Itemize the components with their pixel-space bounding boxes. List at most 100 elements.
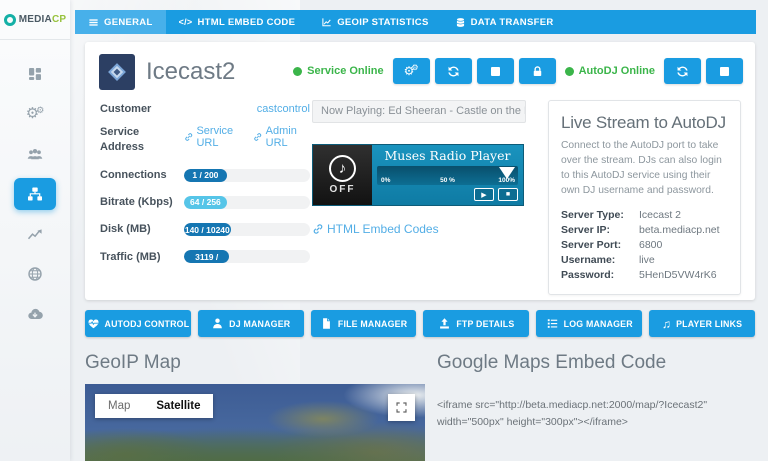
trend-icon [27, 226, 43, 242]
disk-row: Disk (MB) 140 / 10240 [100, 222, 310, 236]
volume-handle-icon[interactable] [499, 167, 515, 179]
server-ip-row: Server IP:beta.mediacp.net [561, 224, 728, 236]
sidebar-item-downloads[interactable] [14, 298, 56, 330]
volume-tick: 0% [381, 177, 390, 184]
brand-text: MEDIACP [19, 14, 67, 25]
sidebar-item-dashboard[interactable] [14, 58, 56, 90]
now-playing-field[interactable]: Now Playing: Ed Sheeran - Castle on the … [312, 100, 526, 123]
gears-icon: ⚙⚙ [26, 105, 45, 123]
bitrate-row: Bitrate (Kbps) 64 / 256 [100, 195, 310, 209]
service-stop-button[interactable] [477, 58, 514, 84]
player-body: Muses Radio Player 0% 50 % 100% ▶ ■ [372, 145, 523, 205]
music-note-icon: ♫ [662, 318, 671, 330]
gmaps-embed-code: <iframe src="http://beta.mediacp.net:200… [437, 397, 755, 432]
traffic-progressbar: 3119 / [184, 250, 310, 263]
icecast-service-icon [99, 54, 135, 90]
html-embed-codes-link[interactable]: HTML Embed Codes [312, 222, 439, 236]
sidebar-item-services[interactable] [14, 178, 56, 210]
action-buttons: AUTODJ CONTROL DJ MANAGER FILE MANAGER F… [85, 310, 755, 337]
service-url-link[interactable]: Service URL [184, 125, 245, 149]
geoip-map[interactable]: Map Satellite [85, 384, 425, 461]
customer-label: Customer [100, 102, 184, 116]
tab-data-transfer[interactable]: DATA TRANSFER [442, 10, 567, 34]
sidebar-item-network[interactable] [14, 258, 56, 290]
service-restart-button[interactable] [435, 58, 472, 84]
chart-icon [321, 17, 332, 28]
stop-icon [491, 67, 500, 76]
disk-label: Disk (MB) [100, 222, 184, 236]
globe-icon [27, 266, 43, 282]
server-port-row: Server Port:6800 [561, 239, 728, 251]
brand-logo[interactable]: MEDIACP [0, 0, 70, 40]
password-value: 5HenD5VW4rK6 [639, 269, 717, 281]
volume-slider[interactable]: 0% 50 % 100% [377, 166, 518, 185]
fullscreen-icon [395, 401, 408, 414]
service-tabs: GENERAL </>HTML EMBED CODE GEOIP STATIST… [75, 10, 756, 34]
service-config-button[interactable]: ⚙⚙ [393, 58, 430, 84]
ftp-details-button[interactable]: FTP DETAILS [423, 310, 529, 337]
status-dot-icon [293, 67, 302, 76]
autodj-panel-title: Live Stream to AutoDJ [561, 113, 728, 133]
sitemap-icon [27, 186, 43, 202]
progress-fill: 140 / 10240 [184, 223, 231, 236]
play-button[interactable]: ▶ [474, 188, 494, 201]
player-controls: ▶ ■ [372, 185, 523, 201]
volume-tick: 50 % [440, 177, 455, 184]
file-manager-button[interactable]: FILE MANAGER [311, 310, 417, 337]
geoip-title: GeoIP Map [85, 352, 425, 374]
map-type-control: Map Satellite [95, 394, 213, 418]
autodj-status: AutoDJ Online [565, 65, 655, 77]
geoip-section: GeoIP Map Map Satellite [85, 352, 425, 461]
player-off-panel[interactable]: ♪ OFF [313, 145, 372, 205]
gmaps-embed-section: Google Maps Embed Code <iframe src="http… [437, 352, 755, 432]
sidebar-item-customers[interactable] [14, 138, 56, 170]
dj-manager-button[interactable]: DJ MANAGER [198, 310, 304, 337]
service-address-label: Service Address [100, 125, 184, 154]
html-embed-codes-row: HTML Embed Codes [312, 222, 526, 240]
player-links-button[interactable]: ♫PLAYER LINKS [649, 310, 755, 337]
upload-icon [438, 317, 451, 330]
play-icon: ▶ [481, 191, 486, 199]
person-icon [211, 317, 224, 330]
customer-row: Customer castcontrol [100, 102, 310, 116]
admin-url-link[interactable]: Admin URL [253, 125, 310, 149]
stop-button[interactable]: ■ [498, 188, 518, 201]
tab-general[interactable]: GENERAL [75, 10, 166, 34]
sidebar-item-settings[interactable]: ⚙⚙ [14, 98, 56, 130]
service-card: Icecast2 Service Online ⚙⚙ AutoDJ Online… [85, 42, 755, 300]
service-header: Icecast2 [99, 54, 235, 90]
tab-geoip-statistics[interactable]: GEOIP STATISTICS [308, 10, 441, 34]
link-icon [184, 131, 193, 143]
log-manager-button[interactable]: LOG MANAGER [536, 310, 642, 337]
file-icon [320, 317, 333, 330]
server-type-row: Server Type:Icecast 2 [561, 209, 728, 221]
autodj-panel: Live Stream to AutoDJ Connect to the Aut… [548, 100, 741, 295]
customer-link[interactable]: castcontrol [257, 103, 310, 115]
disk-progressbar: 140 / 10240 [184, 223, 310, 236]
tab-html-embed-code[interactable]: </>HTML EMBED CODE [166, 10, 309, 34]
heart-pulse-icon [87, 317, 100, 330]
player-off-label: OFF [330, 184, 356, 195]
traffic-label: Traffic (MB) [100, 250, 184, 264]
status-dot-icon [565, 67, 574, 76]
server-port-value: 6800 [639, 239, 662, 251]
map-fullscreen-button[interactable] [388, 394, 415, 421]
traffic-row: Traffic (MB) 3119 / [100, 250, 310, 264]
progress-fill: 1 / 200 [184, 169, 227, 182]
satellite-view-button[interactable]: Satellite [143, 394, 213, 418]
muses-radio-player[interactable]: ♪ OFF Muses Radio Player 0% 50 % 100% ▶ … [312, 144, 524, 206]
autodj-stop-button[interactable] [706, 58, 743, 84]
autodj-restart-button[interactable] [664, 58, 701, 84]
sidebar-nav: ⚙⚙ [0, 40, 70, 330]
service-lock-button[interactable] [519, 58, 556, 84]
gmaps-embed-title: Google Maps Embed Code [437, 352, 755, 374]
stop-icon: ■ [506, 191, 510, 198]
autodj-control-button[interactable]: AUTODJ CONTROL [85, 310, 191, 337]
map-view-button[interactable]: Map [95, 394, 143, 418]
database-icon [455, 17, 466, 28]
brand-accent: CP [52, 14, 66, 25]
sidebar-item-statistics[interactable] [14, 218, 56, 250]
connections-label: Connections [100, 168, 184, 182]
bitrate-label: Bitrate (Kbps) [100, 195, 184, 209]
sync-icon [676, 65, 689, 78]
